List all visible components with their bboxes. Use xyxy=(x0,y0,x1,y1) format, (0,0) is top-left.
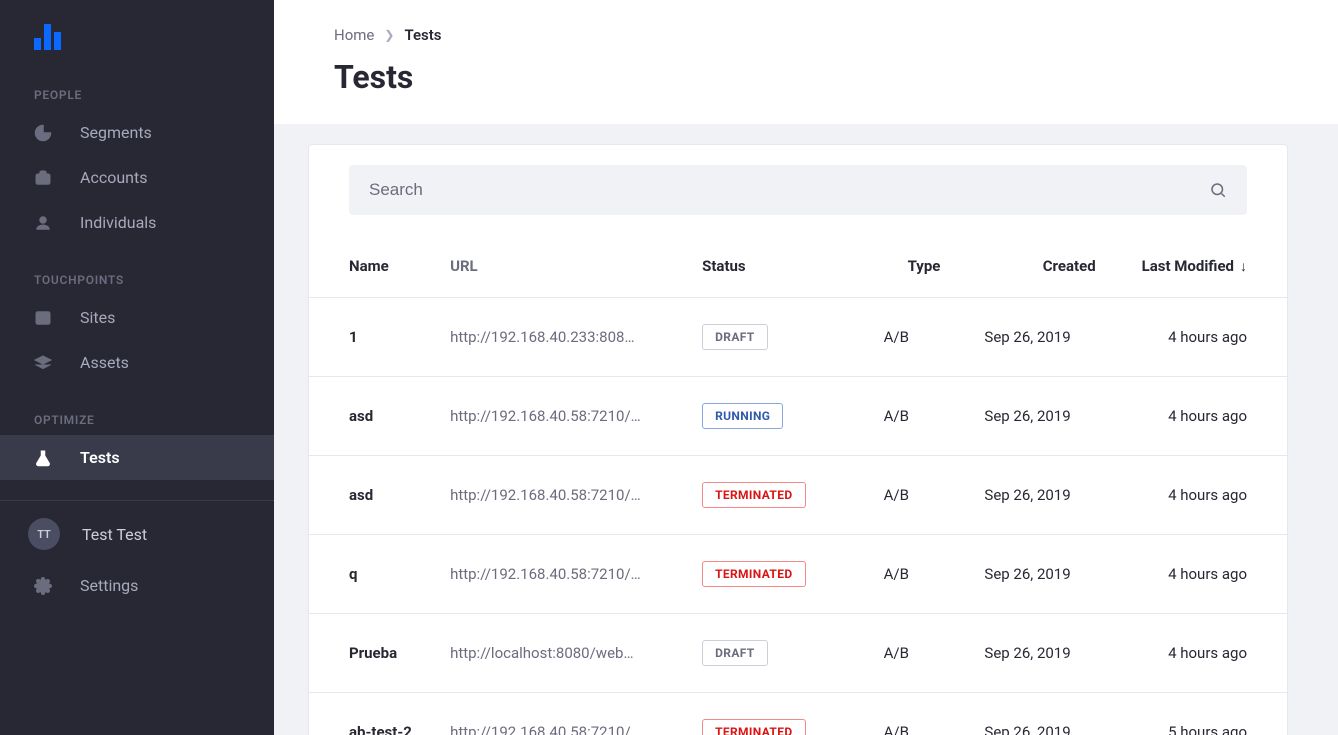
cell-type: A/B xyxy=(874,456,975,535)
cell-modified: 4 hours ago xyxy=(1126,614,1287,693)
section-label: TOUCHPOINTS xyxy=(0,245,274,295)
col-header-modified[interactable]: Last Modified↓ xyxy=(1126,235,1287,298)
table-row[interactable]: ab-test-2http://192.168.40.58:7210/TERMI… xyxy=(309,693,1287,735)
sidebar-item-individuals[interactable]: Individuals xyxy=(0,200,274,245)
status-badge: TERMINATED xyxy=(702,561,805,587)
window-icon xyxy=(34,309,52,327)
cell-url: http://192.168.40.58:7210/… xyxy=(440,535,692,614)
cell-type: A/B xyxy=(874,298,975,377)
nav-label: Assets xyxy=(80,353,129,372)
cell-created: Sep 26, 2019 xyxy=(974,377,1125,456)
nav-label: Segments xyxy=(80,123,152,142)
table-row[interactable]: 1http://192.168.40.233:808… DRAFT A/BSep 2… xyxy=(309,298,1287,377)
cell-name: q xyxy=(309,535,440,614)
section-label: PEOPLE xyxy=(0,60,274,110)
status-badge: DRAFT xyxy=(702,640,768,666)
cell-created: Sep 26, 2019 xyxy=(974,614,1125,693)
sidebar-item-accounts[interactable]: Accounts xyxy=(0,155,274,200)
cell-status: DRAFT xyxy=(692,298,873,377)
cell-modified: 4 hours ago xyxy=(1126,377,1287,456)
sidebar-item-sites[interactable]: Sites xyxy=(0,295,274,340)
col-header-type[interactable]: Type xyxy=(874,235,975,298)
sidebar-item-tests[interactable]: Tests xyxy=(0,435,274,480)
sidebar-item-assets[interactable]: Assets xyxy=(0,340,274,385)
user-menu[interactable]: TT Test Test xyxy=(0,505,274,563)
sidebar-footer: TT Test Test Settings xyxy=(0,500,274,618)
status-badge: TERMINATED xyxy=(702,719,805,735)
cell-url: http://192.168.40.58:7210/ xyxy=(440,693,692,735)
tests-card: Name URL Status Type Created Last Modifi… xyxy=(308,144,1288,735)
nav-label: Tests xyxy=(80,448,120,467)
status-badge: RUNNING xyxy=(702,403,783,429)
cell-status: TERMINATED xyxy=(692,456,873,535)
user-icon xyxy=(34,214,52,232)
settings-label: Settings xyxy=(80,576,138,595)
main: Home ❯ Tests Tests Name URL xyxy=(274,0,1338,735)
logo[interactable] xyxy=(0,0,274,60)
table-header-row: Name URL Status Type Created Last Modifi… xyxy=(309,235,1287,298)
status-badge: TERMINATED xyxy=(702,482,805,508)
cell-url: http://192.168.40.58:7210/… xyxy=(440,456,692,535)
pie-icon xyxy=(34,124,52,142)
status-badge: DRAFT xyxy=(702,324,768,350)
cell-status: RUNNING xyxy=(692,377,873,456)
cell-name: asd xyxy=(309,456,440,535)
search-bar[interactable] xyxy=(349,165,1247,215)
briefcase-icon xyxy=(34,169,52,187)
breadcrumb-current: Tests xyxy=(404,26,441,44)
search-icon[interactable] xyxy=(1209,181,1227,199)
sidebar: PEOPLE Segments Accounts Individuals TOUCHPO… xyxy=(0,0,274,735)
cell-status: TERMINATED xyxy=(692,535,873,614)
table-row[interactable]: Pruebahttp://localhost:8080/web… DRAFT A/B… xyxy=(309,614,1287,693)
cell-type: A/B xyxy=(874,535,975,614)
cell-name: Prueba xyxy=(309,614,440,693)
user-name: Test Test xyxy=(82,525,147,544)
col-header-name[interactable]: Name xyxy=(309,235,440,298)
sidebar-item-settings[interactable]: Settings xyxy=(0,563,274,608)
cell-type: A/B xyxy=(874,377,975,456)
col-header-status[interactable]: Status xyxy=(692,235,873,298)
col-header-created[interactable]: Created xyxy=(974,235,1125,298)
tests-table: Name URL Status Type Created Last Modifi… xyxy=(309,235,1287,735)
flask-icon xyxy=(34,449,52,467)
nav-label: Sites xyxy=(80,308,115,327)
cell-modified: 5 hours ago xyxy=(1126,693,1287,735)
cell-url: http://192.168.40.58:7210/… xyxy=(440,377,692,456)
cell-created: Sep 26, 2019 xyxy=(974,456,1125,535)
cell-created: Sep 26, 2019 xyxy=(974,693,1125,735)
table-row[interactable]: qhttp://192.168.40.58:7210/… TERMINATED A/… xyxy=(309,535,1287,614)
page-title: Tests xyxy=(334,58,1278,96)
breadcrumb: Home ❯ Tests xyxy=(334,26,1278,44)
cell-type: A/B xyxy=(874,693,975,735)
sort-desc-icon: ↓ xyxy=(1240,259,1247,275)
table-row[interactable]: asdhttp://192.168.40.58:7210/… TERMINATED… xyxy=(309,456,1287,535)
header: Home ❯ Tests Tests xyxy=(274,0,1338,124)
gear-icon xyxy=(34,577,52,595)
breadcrumb-home[interactable]: Home xyxy=(334,26,374,44)
cell-created: Sep 26, 2019 xyxy=(974,298,1125,377)
cell-status: TERMINATED xyxy=(692,693,873,735)
content: Name URL Status Type Created Last Modifi… xyxy=(274,124,1338,735)
table-row[interactable]: asdhttp://192.168.40.58:7210/… RUNNING A/B… xyxy=(309,377,1287,456)
cell-type: A/B xyxy=(874,614,975,693)
chevron-right-icon: ❯ xyxy=(384,28,394,42)
cell-modified: 4 hours ago xyxy=(1126,456,1287,535)
section-label: OPTIMIZE xyxy=(0,385,274,435)
cell-name: asd xyxy=(309,377,440,456)
cell-modified: 4 hours ago xyxy=(1126,298,1287,377)
cell-url: http://192.168.40.233:808… xyxy=(440,298,692,377)
sidebar-item-segments[interactable]: Segments xyxy=(0,110,274,155)
cell-name: ab-test-2 xyxy=(309,693,440,735)
col-header-url[interactable]: URL xyxy=(440,235,692,298)
search-input[interactable] xyxy=(369,180,1209,200)
avatar: TT xyxy=(28,518,60,550)
cell-name: 1 xyxy=(309,298,440,377)
stack-icon xyxy=(34,354,52,372)
cell-status: DRAFT xyxy=(692,614,873,693)
cell-modified: 4 hours ago xyxy=(1126,535,1287,614)
cell-created: Sep 26, 2019 xyxy=(974,535,1125,614)
nav-label: Individuals xyxy=(80,213,156,232)
cell-url: http://localhost:8080/web… xyxy=(440,614,692,693)
nav-label: Accounts xyxy=(80,168,147,187)
